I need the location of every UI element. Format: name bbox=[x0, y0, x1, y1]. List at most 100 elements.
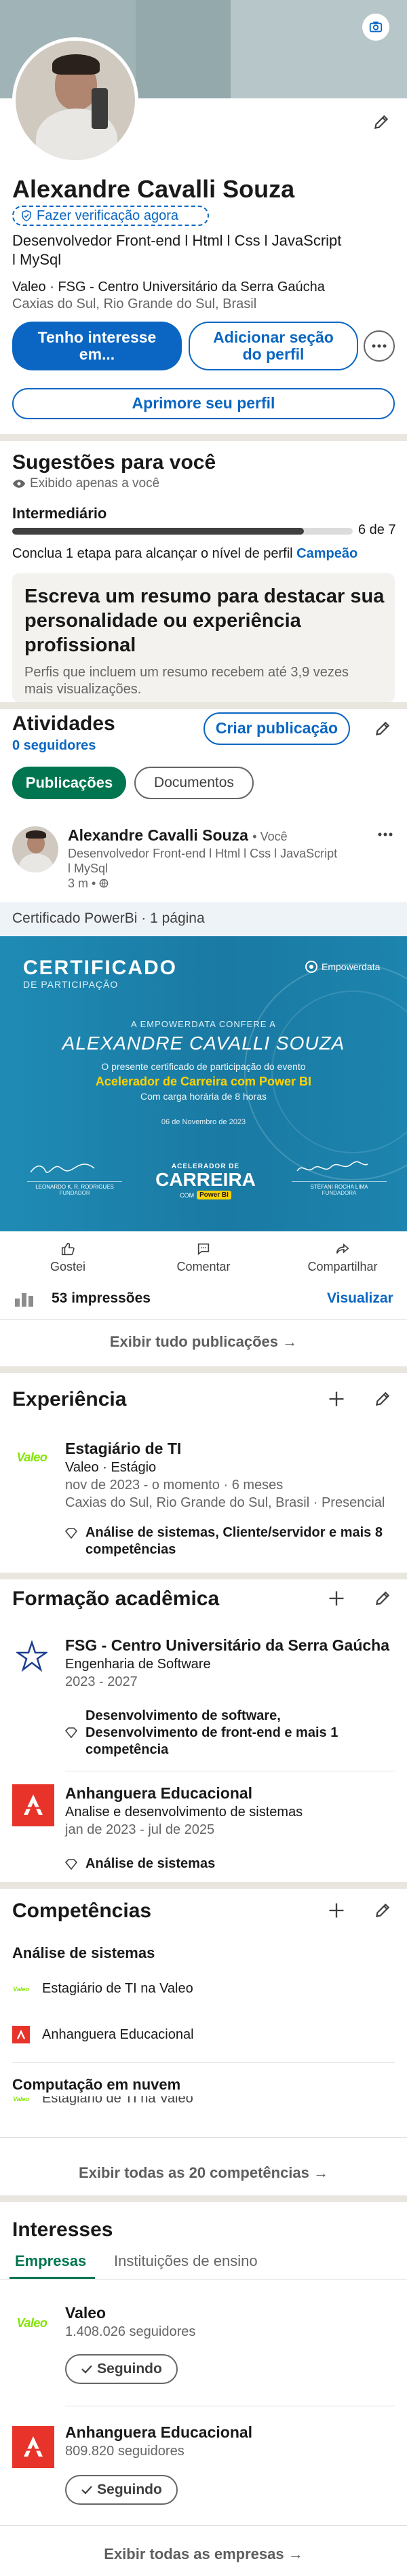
experience-skills-2[interactable]: competências bbox=[85, 1542, 176, 1558]
like-button[interactable]: Gostei bbox=[35, 1242, 100, 1280]
suggestions-title: Sugestões para você bbox=[12, 451, 216, 474]
profile-progress-label: 6 de 7 bbox=[358, 522, 396, 537]
edit-skills-pencil-icon[interactable] bbox=[370, 1898, 395, 1923]
experience-title: Experiência bbox=[12, 1388, 127, 1410]
diamond-icon bbox=[64, 1727, 78, 1742]
section-gap bbox=[0, 1882, 407, 1889]
valeo-logo-small: Valeo bbox=[13, 1986, 29, 1993]
certificate-hours: Com carga horária de 8 horas bbox=[140, 1091, 267, 1102]
experience-role[interactable]: Estagiário de TI bbox=[65, 1440, 181, 1458]
add-skill-plus-icon[interactable] bbox=[324, 1898, 349, 1923]
following-button-1[interactable]: Seguindo bbox=[65, 2354, 178, 2384]
diamond-icon bbox=[64, 1859, 78, 1873]
section-gap bbox=[0, 2195, 407, 2202]
divider bbox=[0, 2525, 407, 2526]
carreira-logo: ACELERADOR DE CARREIRA COM Power BI bbox=[155, 1163, 256, 1199]
interests-title: Interesses bbox=[12, 2218, 113, 2241]
profile-headline: Desenvolvedor Front-end l Html l Css l J… bbox=[12, 232, 342, 249]
empowerdata-logo: Empowerdata bbox=[305, 961, 380, 973]
globe-icon bbox=[99, 877, 109, 891]
impressions-count[interactable]: 53 impressões bbox=[52, 1290, 151, 1307]
following-button-2[interactable]: Seguindo bbox=[65, 2475, 178, 2505]
suggestions-visibility: Exibido apenas a você bbox=[30, 476, 160, 491]
more-options-button[interactable] bbox=[364, 330, 395, 362]
followers-count[interactable]: 0 seguidores bbox=[12, 738, 96, 754]
suggestion-card-title: Escreva um resumo para destacar sua bbox=[24, 585, 385, 607]
anhanguera-logo[interactable] bbox=[12, 1784, 54, 1826]
certificate-event: Acelerador de Carreira com Power BI bbox=[95, 1075, 312, 1088]
champion-link[interactable]: Campeão bbox=[296, 546, 357, 561]
interest-name-2[interactable]: Anhanguera Educacional bbox=[65, 2423, 252, 2442]
section-gap bbox=[0, 1366, 407, 1373]
tab-publications[interactable]: Publicações bbox=[12, 767, 126, 799]
tab-companies[interactable]: Empresas bbox=[15, 2252, 86, 2270]
fsg-star-logo[interactable] bbox=[12, 1636, 52, 1676]
anhanguera-logo[interactable] bbox=[12, 2426, 54, 2468]
experience-location: Caxias do Sul, Rio Grande do Sul, Brasil… bbox=[65, 1495, 385, 1510]
profile-name: Alexandre Cavalli Souza bbox=[12, 175, 295, 203]
view-analytics-link[interactable]: Visualizar bbox=[327, 1290, 393, 1307]
edit-education-pencil-icon[interactable] bbox=[370, 1586, 395, 1611]
show-all-companies-link[interactable]: Exibir todas as empresas → bbox=[0, 2545, 407, 2563]
certificate-recipient: ALEXANDRE CAVALLI SOUZA bbox=[62, 1033, 345, 1054]
activity-title: Atividades bbox=[12, 712, 115, 735]
add-profile-section-button[interactable]: Adicionar seção do perfil bbox=[189, 322, 358, 370]
certificate-document[interactable]: CERTIFICADO DE PARTICIPAÇÃO Empowerdata … bbox=[0, 936, 407, 1231]
certificate-confers: A EMPOWERDATA CONFERE A bbox=[131, 1019, 276, 1029]
suggestion-card-desc-2: mais visualizações. bbox=[24, 682, 142, 697]
edit-banner-camera-icon[interactable] bbox=[362, 14, 389, 41]
education-activities-1b[interactable]: Desenvolvimento de front-end e mais 1 bbox=[85, 1725, 338, 1741]
education-school-1[interactable]: FSG - Centro Universitário da Serra Gaúc… bbox=[65, 1636, 389, 1655]
education-activities-1c[interactable]: competência bbox=[85, 1742, 168, 1758]
show-all-skills-link[interactable]: Exibir todas as 20 competências → bbox=[0, 2164, 407, 2182]
share-icon bbox=[336, 1243, 349, 1254]
post-more-icon[interactable] bbox=[376, 828, 395, 841]
divider bbox=[0, 2137, 407, 2138]
skill-name-1[interactable]: Análise de sistemas bbox=[12, 1944, 155, 1962]
certificate-date: 06 de Novembro de 2023 bbox=[161, 1118, 246, 1126]
share-button[interactable]: Compartilhar bbox=[298, 1242, 387, 1280]
improve-profile-button[interactable]: Aprimore seu perfil bbox=[12, 388, 395, 419]
tab-institutions[interactable]: Instituições de ensino bbox=[114, 2252, 258, 2270]
add-education-plus-icon[interactable] bbox=[324, 1586, 349, 1611]
shield-check-icon bbox=[20, 210, 33, 222]
suggestion-card[interactable]: Escreva um resumo para destacar sua pers… bbox=[12, 573, 395, 702]
section-gap bbox=[0, 434, 407, 441]
show-all-posts-link[interactable]: Exibir tudo publicações → bbox=[0, 1333, 407, 1351]
profile-company-education[interactable]: Valeo · FSG - Centro Universitário da Se… bbox=[12, 280, 325, 295]
skill-source-1: Estagiário de TI na Valeo bbox=[42, 1981, 193, 1996]
create-post-button[interactable]: Criar publicação bbox=[204, 712, 350, 745]
experience-skills[interactable]: Análise de sistemas, Cliente/servidor e … bbox=[85, 1525, 383, 1541]
profile-avatar[interactable] bbox=[12, 37, 138, 164]
skill-source-2: Anhanguera Educacional bbox=[42, 2027, 194, 2042]
post-time: 3 m • bbox=[68, 877, 109, 891]
post-author-avatar[interactable] bbox=[12, 826, 58, 872]
education-skills-2[interactable]: Análise de sistemas bbox=[85, 1856, 215, 1872]
education-school-2[interactable]: Anhanguera Educacional bbox=[65, 1784, 252, 1803]
skill-name-2[interactable]: Computação em nuvem bbox=[12, 2076, 180, 2094]
comment-button[interactable]: Comentar bbox=[170, 1242, 237, 1280]
education-degree-1: Engenharia de Software bbox=[65, 1657, 211, 1672]
verify-badge-button[interactable]: Fazer verificação agora bbox=[12, 206, 209, 226]
tab-documents[interactable]: Documentos bbox=[134, 767, 254, 799]
interest-followers-2: 809.820 seguidores bbox=[65, 2444, 185, 2459]
section-gap bbox=[0, 702, 407, 709]
edit-intro-pencil-icon[interactable] bbox=[370, 111, 393, 134]
edit-activity-pencil-icon[interactable] bbox=[371, 717, 394, 740]
valeo-logo[interactable]: Valeo bbox=[12, 1444, 52, 1471]
valeo-logo[interactable]: Valeo bbox=[12, 2309, 52, 2337]
diamond-icon bbox=[64, 1528, 78, 1542]
edit-experience-pencil-icon[interactable] bbox=[370, 1387, 395, 1411]
experience-dates: nov de 2023 - o momento · 6 meses bbox=[65, 1478, 284, 1493]
skills-title: Competências bbox=[12, 1900, 152, 1922]
interest-button[interactable]: Tenho interesse em... bbox=[12, 322, 182, 370]
add-experience-plus-icon[interactable] bbox=[324, 1387, 349, 1411]
experience-company: Valeo · Estágio bbox=[65, 1460, 157, 1475]
education-activities-1[interactable]: Desenvolvimento de software, bbox=[85, 1708, 281, 1724]
profile-level: Intermediário bbox=[12, 505, 107, 522]
interest-name-1[interactable]: Valeo bbox=[65, 2304, 106, 2322]
skill-source-3: Estagiário de TI na Valeo bbox=[42, 2096, 193, 2106]
suggestion-card-title-2: personalidade ou experiência bbox=[24, 610, 301, 632]
post-author[interactable]: Alexandre Cavalli Souza • Você bbox=[68, 826, 288, 845]
valeo-logo-small: Valeo bbox=[13, 2096, 29, 2102]
